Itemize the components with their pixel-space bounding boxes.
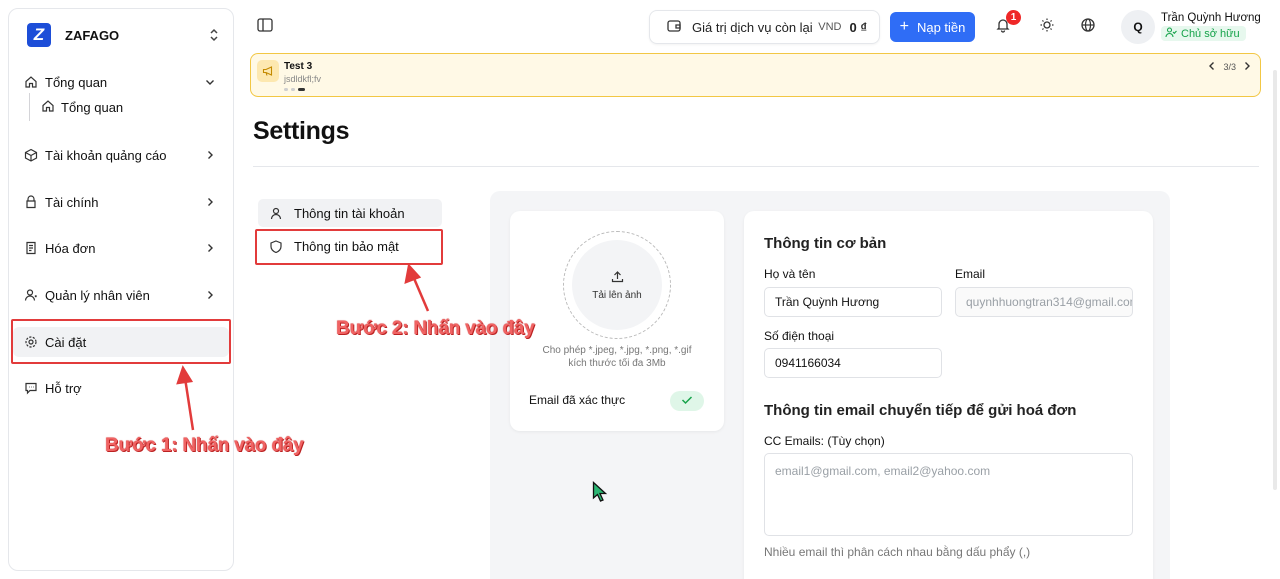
step1-annotation: Bước 1: Nhấn vào đây — [105, 435, 304, 456]
step2-annotation: Bước 2: Nhấn vào đây — [336, 318, 535, 339]
annotation-arrows — [176, 263, 430, 431]
mouse-cursor-icon — [592, 481, 608, 508]
